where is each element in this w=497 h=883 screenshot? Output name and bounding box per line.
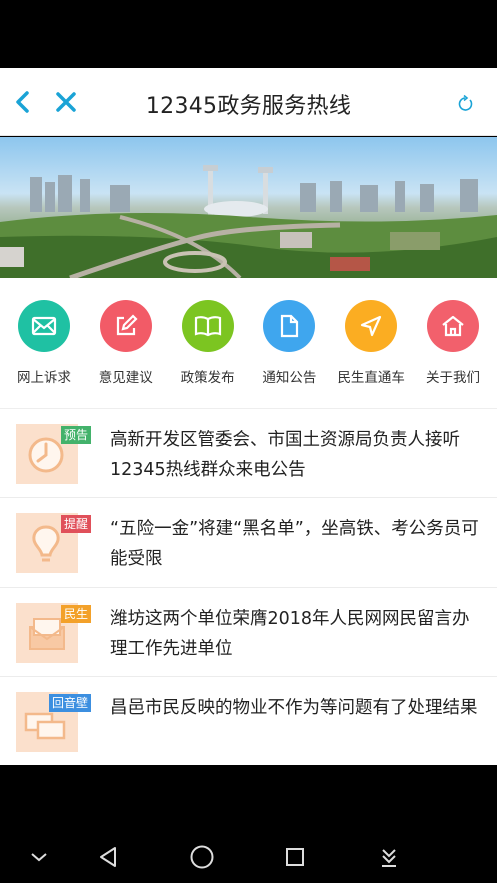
banner-image[interactable]: [0, 137, 497, 278]
news-item[interactable]: 民生 潍坊这两个单位荣膺2018年人民网网民留言办理工作先进单位: [0, 588, 497, 677]
triangle-back-icon: [100, 847, 116, 867]
news-thumbnail: 回音壁: [16, 691, 91, 752]
quick-link-label: 关于我们: [425, 370, 480, 386]
refresh-button[interactable]: [455, 94, 475, 114]
news-item[interactable]: 回音壁 昌邑市民反映的物业不作为等问题有了处理结果: [0, 677, 497, 766]
status-bar: [0, 0, 497, 68]
quick-links: 网上诉求 意见建议 政策发布 通知公告 民生直通车 关于我们: [0, 278, 497, 408]
quick-link-notices[interactable]: 通知公告: [249, 300, 329, 408]
quick-link-label: 意见建议: [98, 370, 153, 386]
circle-home-icon: [190, 845, 214, 869]
news-thumbnail: 提醒: [16, 513, 91, 574]
news-tag: 预告: [60, 426, 91, 444]
quick-link-suggestions[interactable]: 意见建议: [86, 300, 166, 408]
quick-link-label: 网上诉求: [17, 370, 71, 386]
navigation-icon: [345, 300, 398, 352]
news-tag: 民生: [60, 604, 91, 623]
news-title: 高新开发区管委会、市国土资源局负责人接听12345热线群众来电公告: [110, 430, 460, 480]
app-header: 12345政务服务热线: [0, 68, 497, 136]
news-list: 预告 高新开发区管委会、市国土资源局负责人接听12345热线群众来电公告 提醒 …: [0, 408, 497, 766]
quick-link-policy[interactable]: 政策发布: [168, 300, 248, 408]
back-nav-button[interactable]: [91, 840, 125, 874]
quick-link-online-appeal[interactable]: 网上诉求: [4, 300, 84, 408]
quick-link-label: 民生直通车: [337, 370, 405, 386]
news-tag: 回音壁: [48, 693, 91, 712]
mail-icon: [18, 300, 70, 352]
recents-nav-button[interactable]: [278, 840, 312, 874]
pull-down-icon: [382, 849, 396, 867]
chevron-down-icon: [31, 853, 47, 862]
page-title: 12345政务服务热线: [145, 94, 352, 119]
square-recents-icon: [286, 848, 304, 866]
news-title: 潍坊这两个单位荣膺2018年人民网网民留言办理工作先进单位: [110, 608, 470, 659]
home-icon: [426, 300, 479, 352]
system-navigation-bar: [0, 765, 497, 883]
quick-link-livelihood-express[interactable]: 民生直通车: [331, 300, 411, 408]
news-title: 昌邑市民反映的物业不作为等问题有了处理结果: [110, 697, 478, 718]
hide-nav-button[interactable]: [22, 840, 56, 874]
quick-link-label: 政策发布: [180, 370, 235, 386]
quick-link-about-us[interactable]: 关于我们: [413, 300, 493, 408]
news-thumbnail: 预告: [16, 424, 91, 484]
book-icon: [181, 300, 234, 352]
news-item[interactable]: 提醒 “五险一金”将建“黑名单”，坐高铁、考公务员可能受限: [0, 498, 497, 588]
notification-pull-button[interactable]: [372, 840, 406, 874]
news-item[interactable]: 预告 高新开发区管委会、市国土资源局负责人接听12345热线群众来电公告: [0, 409, 497, 499]
home-nav-button[interactable]: [185, 840, 219, 874]
refresh-icon: [458, 94, 473, 111]
news-title: “五险一金”将建“黑名单”，坐高铁、考公务员可能受限: [110, 519, 479, 570]
news-tag: 提醒: [60, 515, 91, 534]
quick-link-label: 通知公告: [262, 370, 317, 386]
document-icon: [263, 300, 316, 352]
news-thumbnail: 民生: [16, 602, 91, 663]
edit-icon: [99, 300, 152, 352]
